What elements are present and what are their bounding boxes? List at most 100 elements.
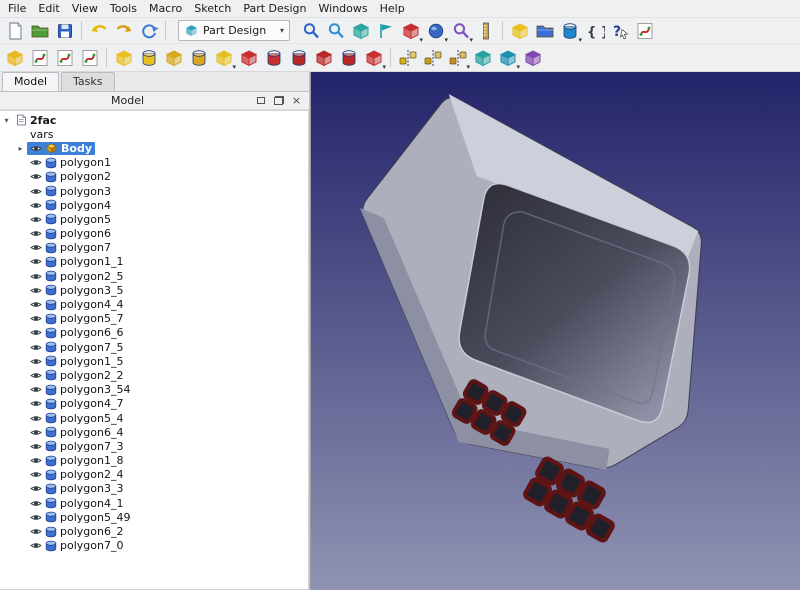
menu-item[interactable]: File bbox=[2, 0, 32, 17]
chamfer-button[interactable] bbox=[495, 46, 520, 70]
view-plane-button[interactable] bbox=[373, 19, 398, 43]
tree-item[interactable]: polygon5_7 bbox=[0, 312, 308, 326]
dock-button[interactable] bbox=[253, 94, 268, 108]
new-sketch-button[interactable] bbox=[632, 19, 657, 43]
visibility-eye-icon[interactable] bbox=[30, 229, 42, 238]
pocket-button[interactable] bbox=[236, 46, 261, 70]
pad-button[interactable] bbox=[111, 46, 136, 70]
tree-item[interactable]: polygon5_4 bbox=[0, 411, 308, 425]
tree-item[interactable]: polygon5 bbox=[0, 212, 308, 226]
undo-button[interactable] bbox=[86, 19, 111, 43]
visibility-eye-icon[interactable] bbox=[30, 456, 42, 465]
visibility-eye-icon[interactable] bbox=[30, 215, 42, 224]
measure-button[interactable] bbox=[473, 19, 498, 43]
groove-button[interactable] bbox=[286, 46, 311, 70]
tree-item[interactable]: polygon3 bbox=[0, 184, 308, 198]
visibility-eye-icon[interactable] bbox=[30, 428, 42, 437]
visibility-eye-icon[interactable] bbox=[30, 257, 42, 266]
visibility-eye-icon[interactable] bbox=[30, 484, 42, 493]
additive-primitive-button[interactable] bbox=[211, 46, 236, 70]
additive-loft-button[interactable] bbox=[161, 46, 186, 70]
draw-style-button[interactable] bbox=[423, 19, 448, 43]
hole-button[interactable] bbox=[261, 46, 286, 70]
visibility-eye-icon[interactable] bbox=[30, 300, 42, 309]
subtractive-pipe-button[interactable] bbox=[336, 46, 361, 70]
edit-mode-button[interactable] bbox=[557, 19, 582, 43]
tree-item[interactable]: polygon7 bbox=[0, 241, 308, 255]
edit-sketch-button[interactable] bbox=[52, 46, 77, 70]
refresh-button[interactable] bbox=[136, 19, 161, 43]
tree-item[interactable]: polygon5_49 bbox=[0, 510, 308, 524]
tree-item[interactable]: ▾ bbox=[0, 113, 308, 127]
visibility-eye-icon[interactable] bbox=[30, 343, 42, 352]
tree-item[interactable]: polygon1_8 bbox=[0, 454, 308, 468]
expression-editor-button[interactable] bbox=[582, 19, 607, 43]
visibility-eye-icon[interactable] bbox=[30, 201, 42, 210]
visibility-eye-icon[interactable] bbox=[30, 414, 42, 423]
tree-item[interactable]: polygon6_2 bbox=[0, 524, 308, 538]
tree-item[interactable]: polygon3_5 bbox=[0, 283, 308, 297]
part-box-button[interactable] bbox=[507, 19, 532, 43]
menu-item[interactable]: Macro bbox=[143, 0, 188, 17]
menu-item[interactable]: Windows bbox=[313, 0, 374, 17]
tree-item[interactable]: ▸ bbox=[0, 141, 308, 155]
tree-item[interactable]: polygon6_6 bbox=[0, 326, 308, 340]
tree-item[interactable]: polygon4 bbox=[0, 198, 308, 212]
tree-item[interactable]: polygon2 bbox=[0, 170, 308, 184]
subtractive-loft-button[interactable] bbox=[311, 46, 336, 70]
visibility-eye-icon[interactable] bbox=[30, 399, 42, 408]
visibility-eye-icon[interactable] bbox=[30, 499, 42, 508]
fillet-button[interactable] bbox=[470, 46, 495, 70]
dock-tab[interactable]: Model bbox=[2, 72, 59, 91]
visibility-eye-icon[interactable] bbox=[30, 314, 42, 323]
fit-all-button[interactable] bbox=[323, 19, 348, 43]
tree-item[interactable]: polygon6 bbox=[0, 227, 308, 241]
tree-item[interactable]: polygon7_0 bbox=[0, 539, 308, 553]
visibility-eye-icon[interactable] bbox=[30, 527, 42, 536]
visibility-eye-icon[interactable] bbox=[30, 371, 42, 380]
tree-item[interactable]: polygon6_4 bbox=[0, 425, 308, 439]
tree-item[interactable]: polygon7_5 bbox=[0, 340, 308, 354]
menu-item[interactable]: Part Design bbox=[237, 0, 312, 17]
tree-item[interactable]: polygon4_1 bbox=[0, 496, 308, 510]
file-open-button[interactable] bbox=[27, 19, 52, 43]
visibility-eye-icon[interactable] bbox=[30, 357, 42, 366]
additive-pipe-button[interactable] bbox=[186, 46, 211, 70]
visibility-eye-icon[interactable] bbox=[30, 385, 42, 394]
visibility-eye-icon[interactable] bbox=[30, 470, 42, 479]
3d-viewport[interactable] bbox=[310, 72, 800, 590]
visibility-eye-icon[interactable] bbox=[30, 144, 42, 153]
visibility-eye-icon[interactable] bbox=[30, 158, 42, 167]
visibility-eye-icon[interactable] bbox=[30, 442, 42, 451]
menu-item[interactable]: View bbox=[66, 0, 104, 17]
tree-item[interactable]: polygon2_4 bbox=[0, 468, 308, 482]
tree-item[interactable]: polygon2_2 bbox=[0, 368, 308, 382]
view-isometric-button[interactable] bbox=[348, 19, 373, 43]
create-sketch-button[interactable] bbox=[27, 46, 52, 70]
menu-item[interactable]: Help bbox=[374, 0, 411, 17]
menu-item[interactable]: Tools bbox=[104, 0, 143, 17]
whats-this-button[interactable] bbox=[607, 19, 632, 43]
zoom-in-button[interactable] bbox=[298, 19, 323, 43]
file-new-button[interactable] bbox=[2, 19, 27, 43]
create-body-button[interactable] bbox=[2, 46, 27, 70]
polar-pattern-button[interactable] bbox=[445, 46, 470, 70]
linear-pattern-button[interactable] bbox=[420, 46, 445, 70]
subtractive-primitive-button[interactable] bbox=[361, 46, 386, 70]
zoom-tools-button[interactable] bbox=[448, 19, 473, 43]
tree-expander-icon[interactable]: ▾ bbox=[0, 116, 13, 125]
float-button[interactable] bbox=[271, 94, 286, 108]
boolean-button[interactable] bbox=[520, 46, 545, 70]
tree-item[interactable]: polygon7_3 bbox=[0, 439, 308, 453]
map-sketch-button[interactable] bbox=[77, 46, 102, 70]
visibility-eye-icon[interactable] bbox=[30, 286, 42, 295]
visibility-eye-icon[interactable] bbox=[30, 513, 42, 522]
dock-tab[interactable]: Tasks bbox=[61, 72, 114, 91]
tree-item[interactable]: polygon4_7 bbox=[0, 397, 308, 411]
visibility-eye-icon[interactable] bbox=[30, 243, 42, 252]
3d-viewport-canvas[interactable] bbox=[311, 72, 800, 590]
visibility-eye-icon[interactable] bbox=[30, 328, 42, 337]
tree-expander-icon[interactable]: ▸ bbox=[14, 144, 27, 153]
revolution-button[interactable] bbox=[136, 46, 161, 70]
visibility-eye-icon[interactable] bbox=[30, 272, 42, 281]
